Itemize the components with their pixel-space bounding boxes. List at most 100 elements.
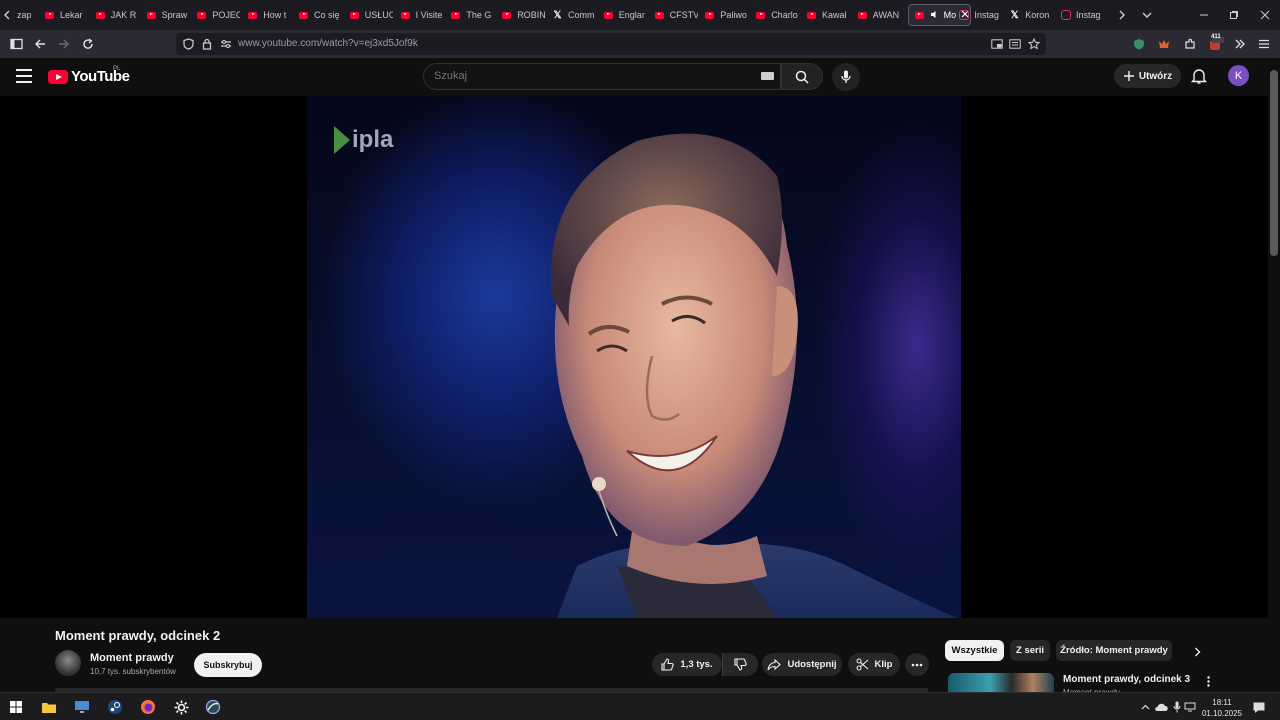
- system-clock[interactable]: 18:11 01.10.2025: [1196, 697, 1248, 719]
- browser-tab[interactable]: Charlo: [755, 4, 799, 26]
- browser-tab-label: Comm: [568, 10, 595, 20]
- browser-tab[interactable]: Englar: [603, 4, 647, 26]
- video-frame[interactable]: ipla: [307, 96, 961, 618]
- browser-tab[interactable]: USŁUC: [349, 4, 393, 26]
- browser-tab[interactable]: Instag: [958, 4, 1002, 26]
- list-all-tabs-icon[interactable]: [1142, 4, 1154, 26]
- speaker-icon[interactable]: [930, 10, 939, 21]
- browser-tab[interactable]: zap: [17, 4, 31, 26]
- browser-tab-label: I Visite: [415, 10, 443, 20]
- voice-search-button[interactable]: [832, 63, 860, 91]
- notifications-bell-icon[interactable]: [1190, 67, 1208, 85]
- notifications-center-icon[interactable]: [1250, 698, 1268, 716]
- close-window-icon[interactable]: [1250, 0, 1280, 30]
- youtube-icon: [654, 10, 665, 21]
- browser-tab[interactable]: AWAN: [857, 4, 901, 26]
- clip-button[interactable]: Klip: [848, 653, 900, 676]
- browser-tab[interactable]: JAK R: [95, 4, 139, 26]
- reader-view-icon[interactable]: [1008, 37, 1022, 51]
- browser-tab[interactable]: Paliwo: [704, 4, 748, 26]
- chip-from-channel[interactable]: Źródło: Moment prawdy: [1056, 640, 1172, 661]
- more-tools-icon[interactable]: [1230, 34, 1250, 54]
- browser-tab[interactable]: Lekar: [44, 4, 88, 26]
- recommended-video-menu-icon[interactable]: [1202, 674, 1214, 688]
- recommended-video-title[interactable]: Moment prawdy, odcinek 3: [1063, 674, 1190, 685]
- x-icon: 𝕏: [1010, 9, 1019, 21]
- browser-tab[interactable]: I Visite: [400, 4, 444, 26]
- restore-window-icon[interactable]: [1219, 0, 1249, 30]
- lock-icon[interactable]: [200, 37, 214, 51]
- youtube-icon: [95, 10, 106, 21]
- youtube-icon: [44, 10, 55, 21]
- account-avatar[interactable]: K: [1228, 65, 1249, 86]
- share-button[interactable]: Udostępnij: [762, 653, 842, 676]
- browser-tab[interactable]: 𝕏 Koron: [1009, 4, 1053, 26]
- subscribe-button[interactable]: Subskrybuj: [194, 653, 262, 677]
- browser-tab[interactable]: How t: [247, 4, 291, 26]
- channel-name[interactable]: Moment prawdy: [90, 652, 174, 664]
- extensions-puzzle-icon[interactable]: [1180, 34, 1200, 54]
- tab-scroll-right-icon[interactable]: [1118, 4, 1130, 26]
- browser-tab[interactable]: POJEC: [196, 4, 240, 26]
- browser-tab[interactable]: The G: [450, 4, 494, 26]
- address-bar[interactable]: www.youtube.com/watch?v=ej3xd5Jof9k: [176, 33, 1046, 55]
- reload-icon[interactable]: [78, 34, 98, 54]
- file-explorer-icon[interactable]: [40, 698, 58, 716]
- settings-gear-icon[interactable]: [172, 698, 190, 716]
- x-icon: 𝕏: [553, 9, 562, 21]
- browser-tab-label: Lekar: [60, 10, 83, 20]
- firefox-icon[interactable]: [139, 698, 157, 716]
- plus-icon: [1123, 71, 1134, 81]
- guide-menu-icon[interactable]: [16, 69, 32, 83]
- video-title: Moment prawdy, odcinek 2: [55, 628, 221, 643]
- dislike-button[interactable]: [722, 653, 758, 676]
- search-box[interactable]: [423, 63, 781, 90]
- video-player[interactable]: ipla: [0, 96, 1268, 618]
- minimize-window-icon[interactable]: [1189, 0, 1219, 30]
- browser-tab-label: Co się: [314, 10, 340, 20]
- like-button[interactable]: 1,3 tys.: [652, 653, 722, 676]
- recommended-video-thumbnail[interactable]: [948, 673, 1054, 692]
- youtube-wordmark: YouTube: [71, 68, 130, 85]
- extension-badge-icon[interactable]: 411: [1206, 34, 1226, 54]
- picture-in-picture-icon[interactable]: [990, 37, 1004, 51]
- bookmark-star-icon[interactable]: [1027, 37, 1041, 51]
- search-button[interactable]: [781, 63, 823, 90]
- chips-next-icon[interactable]: [1190, 645, 1204, 659]
- browser-tab[interactable]: 𝕏 Comm: [552, 4, 596, 26]
- create-button[interactable]: Utwórz: [1114, 64, 1181, 88]
- browser-tab[interactable]: Kawal: [806, 4, 850, 26]
- windows-start-icon[interactable]: [7, 698, 25, 716]
- keyboard-icon[interactable]: [761, 72, 774, 80]
- browser-tab-label: Koron: [1025, 10, 1050, 20]
- search-input[interactable]: [434, 70, 734, 82]
- chip-all[interactable]: Wszystkie: [945, 640, 1004, 661]
- extension-fox-icon[interactable]: [1154, 34, 1174, 54]
- browser-tab[interactable]: CFSTV: [654, 4, 698, 26]
- browser-tab-label: The G: [466, 10, 492, 20]
- app-globe-icon[interactable]: [204, 698, 222, 716]
- url-text[interactable]: www.youtube.com/watch?v=ej3xd5Jof9k: [238, 38, 418, 49]
- back-icon[interactable]: [30, 34, 50, 54]
- forward-icon[interactable]: [54, 34, 74, 54]
- remote-desktop-icon[interactable]: [73, 698, 91, 716]
- channel-avatar[interactable]: [55, 650, 81, 676]
- tab-scroll-left-icon[interactable]: [3, 4, 15, 26]
- extension-shield-icon[interactable]: [1129, 34, 1149, 54]
- sidebar-toggle-icon[interactable]: [6, 34, 26, 54]
- browser-tab[interactable]: Spraw: [146, 4, 190, 26]
- browser-tab-label: Spraw: [161, 10, 188, 20]
- browser-tab[interactable]: Instag: [1060, 4, 1104, 26]
- create-label: Utwórz: [1138, 70, 1173, 82]
- tracking-protection-icon[interactable]: [181, 37, 195, 51]
- scrollbar-thumb[interactable]: [1270, 70, 1278, 256]
- browser-tab-strip: zap Lekar JAK R Spraw POJEC How t Co się USŁUC I…: [0, 0, 1280, 30]
- steam-icon[interactable]: [106, 698, 124, 716]
- app-menu-icon[interactable]: [1254, 34, 1274, 54]
- page-scrollbar[interactable]: [1268, 58, 1280, 690]
- browser-tab[interactable]: Co się: [298, 4, 342, 26]
- browser-tab[interactable]: ROBIN: [501, 4, 545, 26]
- permissions-icon[interactable]: [219, 37, 233, 51]
- chip-from-series[interactable]: Z serii: [1010, 640, 1050, 661]
- more-actions-button[interactable]: [905, 653, 929, 676]
